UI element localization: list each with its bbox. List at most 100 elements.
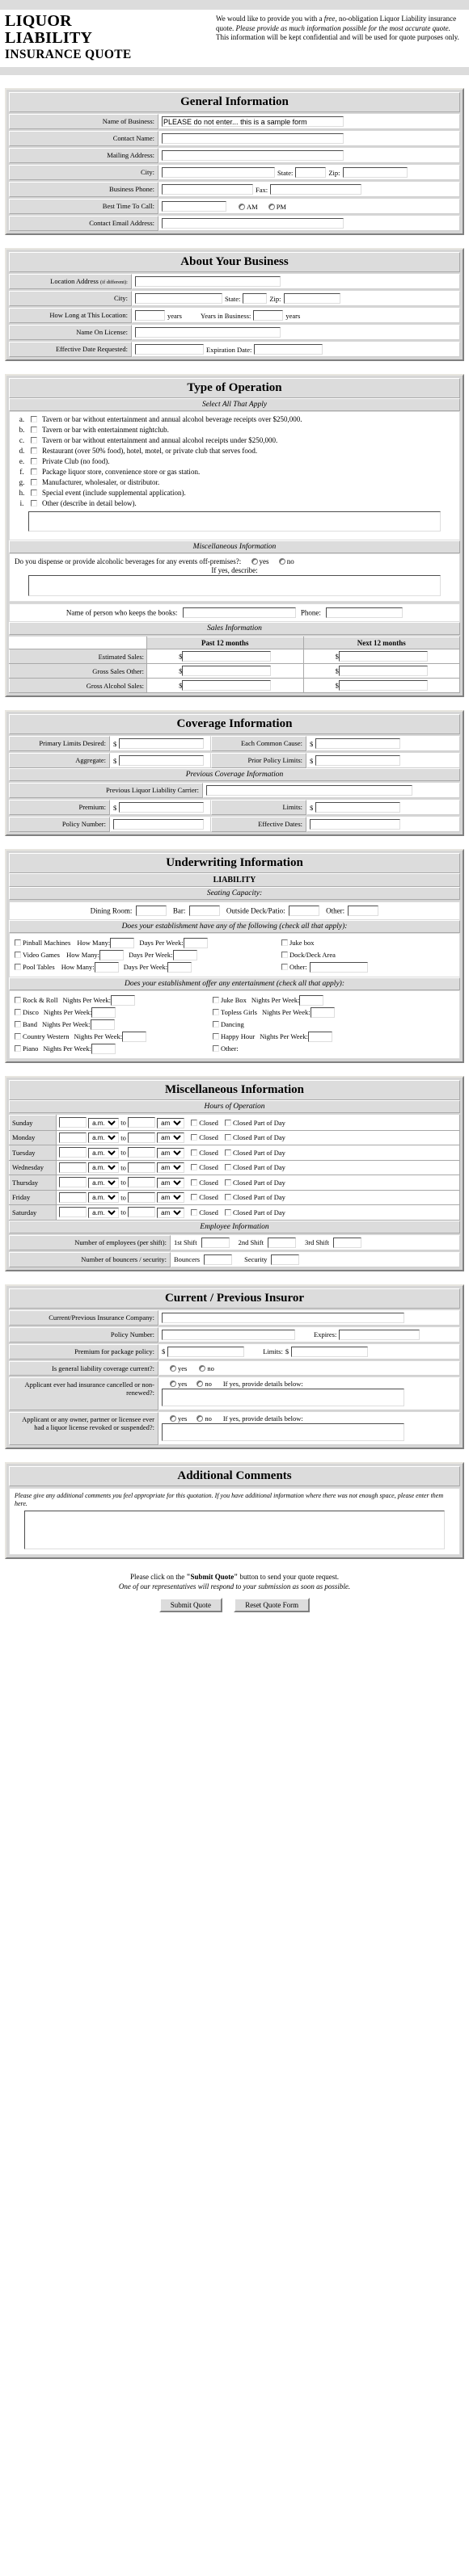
tuesday-open-ampm-select[interactable]: a.m.p.m. <box>88 1147 120 1158</box>
name-of-business-input[interactable] <box>162 116 344 127</box>
bouncers-input[interactable] <box>204 1254 233 1265</box>
liability-yes-radio[interactable] <box>170 1364 176 1372</box>
thursday-closed-part-checkbox[interactable] <box>225 1179 231 1186</box>
revoked-yes-radio[interactable] <box>170 1414 176 1422</box>
shift-2-input[interactable] <box>267 1237 296 1248</box>
dock-deck-area-checkbox[interactable] <box>281 952 288 958</box>
amusement-other-input[interactable] <box>309 961 368 973</box>
contact-email-input[interactable] <box>162 218 344 229</box>
wednesday-open-ampm-select[interactable]: a.m.p.m. <box>88 1162 120 1173</box>
saturday-close-input[interactable] <box>128 1207 155 1217</box>
happy-hour-nights-input[interactable] <box>307 1031 332 1042</box>
dispense-yes-radio[interactable] <box>251 558 258 565</box>
pm-radio[interactable] <box>268 203 275 210</box>
previous-carrier-input[interactable] <box>206 785 412 796</box>
thursday-close-input[interactable] <box>128 1177 155 1187</box>
how-long-input[interactable] <box>135 310 165 321</box>
city-input[interactable] <box>162 167 275 178</box>
insuror-policy-number-input[interactable] <box>162 1329 295 1340</box>
juke-box-ent-nights-input[interactable] <box>299 994 324 1006</box>
pool-tables-checkbox[interactable] <box>15 964 21 970</box>
estimated-sales-next-input[interactable] <box>338 651 428 662</box>
sunday-closed-part-checkbox[interactable] <box>225 1119 231 1126</box>
business-phone-input[interactable] <box>162 184 253 195</box>
shift-1-input[interactable] <box>201 1237 230 1248</box>
sunday-close-input[interactable] <box>128 1117 155 1128</box>
operation-checkbox-c[interactable] <box>31 437 37 443</box>
rock-roll-nights-input[interactable] <box>111 994 136 1006</box>
revoked-details-textarea[interactable] <box>162 1422 404 1441</box>
monday-close-input[interactable] <box>128 1132 155 1143</box>
zip-input[interactable] <box>342 167 408 178</box>
disco-nights-input[interactable] <box>91 1006 116 1018</box>
prior-policy-limits-input[interactable] <box>315 755 401 766</box>
video-games-howmany-input[interactable] <box>99 949 124 960</box>
sunday-closed-checkbox[interactable] <box>191 1119 198 1126</box>
video-games-checkbox[interactable] <box>15 952 21 958</box>
coverage-effective-dates-input[interactable] <box>310 819 400 830</box>
cancelled-yes-radio[interactable] <box>170 1380 176 1387</box>
operation-checkbox-d[interactable] <box>31 448 37 454</box>
friday-closed-part-checkbox[interactable] <box>225 1194 231 1200</box>
operation-other-textarea[interactable] <box>28 511 441 532</box>
submit-quote-button[interactable]: Submit Quote <box>158 1597 223 1612</box>
operation-checkbox-b[interactable] <box>31 427 37 433</box>
gross-alcohol-sales-next-input[interactable] <box>338 680 428 691</box>
monday-close-ampm-select[interactable]: ampm <box>157 1133 185 1143</box>
thursday-close-ampm-select[interactable]: ampm <box>157 1177 185 1188</box>
saturday-closed-part-checkbox[interactable] <box>225 1208 231 1216</box>
contact-name-input[interactable] <box>162 133 344 144</box>
piano-nights-input[interactable] <box>91 1043 116 1054</box>
wednesday-close-input[interactable] <box>128 1162 155 1173</box>
best-time-input[interactable] <box>162 201 226 212</box>
about-city-input[interactable] <box>135 293 222 304</box>
amusement-other-checkbox[interactable] <box>281 964 288 970</box>
sunday-open-input[interactable] <box>59 1117 87 1128</box>
wednesday-closed-part-checkbox[interactable] <box>225 1164 231 1170</box>
pinball-checkbox[interactable] <box>15 939 21 946</box>
juke-box-ent-checkbox[interactable] <box>213 997 219 1003</box>
saturday-open-input[interactable] <box>59 1207 87 1217</box>
gross-alcohol-sales-past-input[interactable] <box>182 680 272 691</box>
monday-open-ampm-select[interactable]: a.m.p.m. <box>88 1133 120 1143</box>
thursday-open-ampm-select[interactable]: a.m.p.m. <box>88 1177 120 1188</box>
saturday-open-ampm-select[interactable]: a.m.p.m. <box>88 1207 120 1218</box>
topless-girls-nights-input[interactable] <box>310 1006 335 1018</box>
juke-box-checkbox[interactable] <box>281 939 288 946</box>
friday-close-ampm-select[interactable]: ampm <box>157 1192 185 1203</box>
tuesday-closed-checkbox[interactable] <box>191 1149 198 1156</box>
friday-closed-checkbox[interactable] <box>191 1194 198 1200</box>
country-western-checkbox[interactable] <box>15 1033 21 1040</box>
topless-girls-checkbox[interactable] <box>213 1009 219 1015</box>
thursday-open-input[interactable] <box>59 1177 87 1187</box>
state-input[interactable] <box>295 167 327 178</box>
monday-open-input[interactable] <box>59 1132 87 1143</box>
pool-tables-howmany-input[interactable] <box>94 961 119 973</box>
tuesday-close-ampm-select[interactable]: ampm <box>157 1147 185 1158</box>
operation-checkbox-f[interactable] <box>31 469 37 475</box>
coverage-limits-input[interactable] <box>315 802 401 813</box>
operation-checkbox-h[interactable] <box>31 490 37 496</box>
sunday-open-ampm-select[interactable]: a.m.p.m. <box>88 1117 120 1128</box>
seating-other-input[interactable] <box>348 906 379 916</box>
dining-room-input[interactable] <box>135 906 167 916</box>
operation-checkbox-a[interactable] <box>31 416 37 422</box>
books-keeper-input[interactable] <box>182 607 296 618</box>
tuesday-closed-part-checkbox[interactable] <box>225 1149 231 1156</box>
security-input[interactable] <box>271 1254 300 1265</box>
operation-checkbox-g[interactable] <box>31 479 37 485</box>
about-state-input[interactable] <box>243 293 268 304</box>
country-western-nights-input[interactable] <box>122 1031 147 1042</box>
tuesday-open-input[interactable] <box>59 1147 87 1158</box>
dispense-describe-textarea[interactable] <box>28 575 441 596</box>
mailing-address-input[interactable] <box>162 150 344 161</box>
years-in-business-input[interactable] <box>253 310 284 321</box>
entertainment-other-checkbox[interactable] <box>213 1045 219 1052</box>
monday-closed-checkbox[interactable] <box>191 1134 198 1141</box>
insuror-limits-input[interactable] <box>291 1346 369 1357</box>
coverage-premium-input[interactable] <box>119 802 205 813</box>
location-address-input[interactable] <box>135 276 281 287</box>
wednesday-close-ampm-select[interactable]: ampm <box>157 1162 185 1173</box>
band-checkbox[interactable] <box>15 1021 21 1027</box>
happy-hour-checkbox[interactable] <box>213 1033 219 1040</box>
